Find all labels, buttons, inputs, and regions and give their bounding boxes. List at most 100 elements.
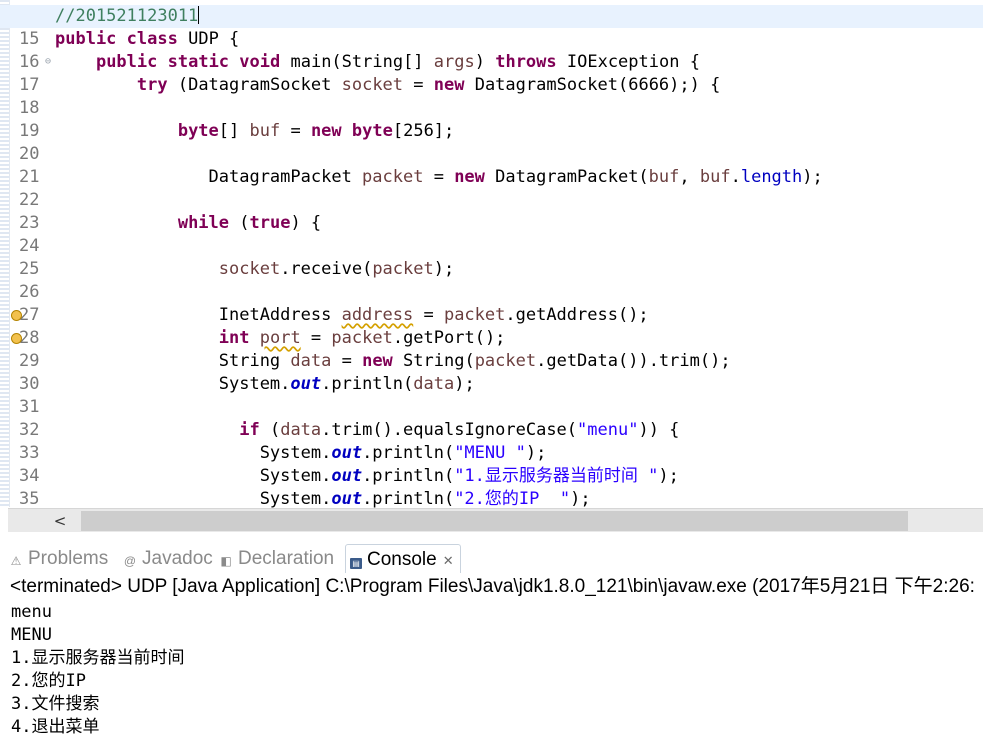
code-line: socket.receive(packet); [55, 258, 454, 281]
code-token: ( [259, 420, 281, 440]
code-token: .getData()).trim(); [536, 351, 731, 371]
code-token-kw: byte [351, 121, 393, 141]
code-token-str: "1.显示服务器当前时间 " [454, 466, 659, 486]
code-line: int port = packet.getPort(); [55, 327, 506, 350]
code-token: .println( [321, 374, 414, 394]
line-number: 15 [19, 29, 40, 49]
code-token-var: data [413, 374, 455, 394]
code-token-var: data [290, 351, 332, 371]
tab-label: Problems [28, 548, 109, 569]
code-line: if (data.trim().equalsIgnoreCase("menu")… [55, 419, 679, 442]
code-token-var: data [280, 420, 322, 440]
line-number: 18 [19, 98, 40, 118]
code-token: = [403, 75, 434, 95]
problems-icon: ⚠ [10, 554, 22, 568]
declaration-icon: ◧ [220, 554, 232, 568]
console-line: menu [11, 602, 52, 622]
javadoc-icon: @ [123, 554, 137, 568]
code-token-str: "menu" [577, 420, 639, 440]
code-text-area[interactable]: //201521123011 public class UDP { public … [0, 0, 983, 509]
scroll-left-arrow[interactable]: < [50, 512, 70, 530]
tab-javadoc[interactable]: @ Javadoc [123, 544, 213, 573]
fold-collapse-icon[interactable]: ⊖ [45, 56, 51, 67]
code-token: DatagramPacket( [484, 167, 649, 187]
line-number: 33 [19, 443, 40, 463]
code-token-cm: //201521123011 [55, 6, 199, 26]
code-token: InetAddress [55, 305, 342, 325]
code-token-kw: public [55, 29, 117, 49]
code-token-var: socket [218, 259, 281, 279]
scrollbar-thumb[interactable] [81, 511, 908, 531]
tab-declaration[interactable]: ◧ Declaration [219, 544, 334, 573]
line-number: 21 [19, 167, 40, 187]
code-token: ( [229, 213, 250, 233]
code-token-kw: byte [177, 121, 219, 141]
tab-label: Declaration [238, 548, 335, 569]
code-token: System. [55, 374, 291, 394]
code-token-sfld: out [331, 489, 363, 509]
code-token: .println( [362, 443, 455, 463]
code-token-kw: throws [495, 52, 557, 72]
code-token: = [331, 351, 363, 371]
console-line: 1.显示服务器当前时间 [11, 648, 185, 668]
code-token-kw: int [218, 328, 250, 348]
code-token-param: args [433, 52, 475, 72]
code-token-var: socket [341, 75, 404, 95]
code-token: = [413, 305, 444, 325]
code-token: System. [55, 466, 332, 486]
code-token: [256]; [392, 121, 455, 141]
code-token: , [679, 167, 700, 187]
close-icon[interactable]: ✕ [443, 553, 454, 568]
console-icon: ▤ [350, 558, 362, 569]
code-token: String [55, 351, 291, 371]
line-number: 17 [19, 75, 40, 95]
code-token-kw: try [136, 75, 168, 95]
code-token-kw: class [126, 29, 178, 49]
code-token-kw: new [362, 351, 393, 371]
code-token: ); [570, 489, 591, 509]
code-token: .println( [362, 489, 455, 509]
code-token: ) { [290, 213, 322, 233]
line-number: 24 [19, 236, 40, 256]
warning-icon[interactable] [11, 333, 22, 344]
tab-problems[interactable]: ⚠ Problems [9, 544, 109, 573]
code-line: public class UDP { [55, 28, 239, 51]
console-output[interactable]: menu MENU 1.显示服务器当前时间 2.您的IP 3.文件搜索 4.退出… [0, 601, 983, 738]
warning-icon[interactable] [11, 310, 22, 321]
code-token: ); [454, 374, 475, 394]
code-line: //201521123011 [55, 5, 200, 28]
code-line: System.out.println("1.显示服务器当前时间 "); [55, 465, 679, 488]
code-token-kw: public [95, 52, 158, 72]
code-token: ); [658, 466, 679, 486]
code-token: String( [392, 351, 475, 371]
code-token: System. [55, 489, 332, 509]
line-number: 25 [19, 259, 40, 279]
code-token: ); [802, 167, 823, 187]
code-token: ); [525, 443, 547, 463]
line-number-ruler: 14 15 16 ⊖ 17 18 19 20 21 22 23 24 25 26… [11, 0, 51, 509]
code-editor[interactable]: 14 15 16 ⊖ 17 18 19 20 21 22 23 24 25 26… [0, 0, 983, 533]
horizontal-scrollbar[interactable]: < [8, 508, 983, 532]
code-token-sfld: out [290, 374, 322, 394]
code-token: .getPort(); [392, 328, 506, 348]
code-token: UDP { [177, 29, 240, 49]
code-token-kw: true [249, 213, 291, 233]
line-number: 30 [19, 374, 40, 394]
tab-console[interactable]: ▤ Console ✕ [345, 544, 461, 573]
code-token: .receive( [280, 259, 373, 279]
code-token-sfld: out [331, 466, 363, 486]
code-token-kw: void [239, 52, 281, 72]
code-token: [] [218, 121, 250, 141]
line-number: 29 [19, 351, 40, 371]
code-token-kw: new [310, 121, 342, 141]
text-cursor [198, 6, 200, 24]
